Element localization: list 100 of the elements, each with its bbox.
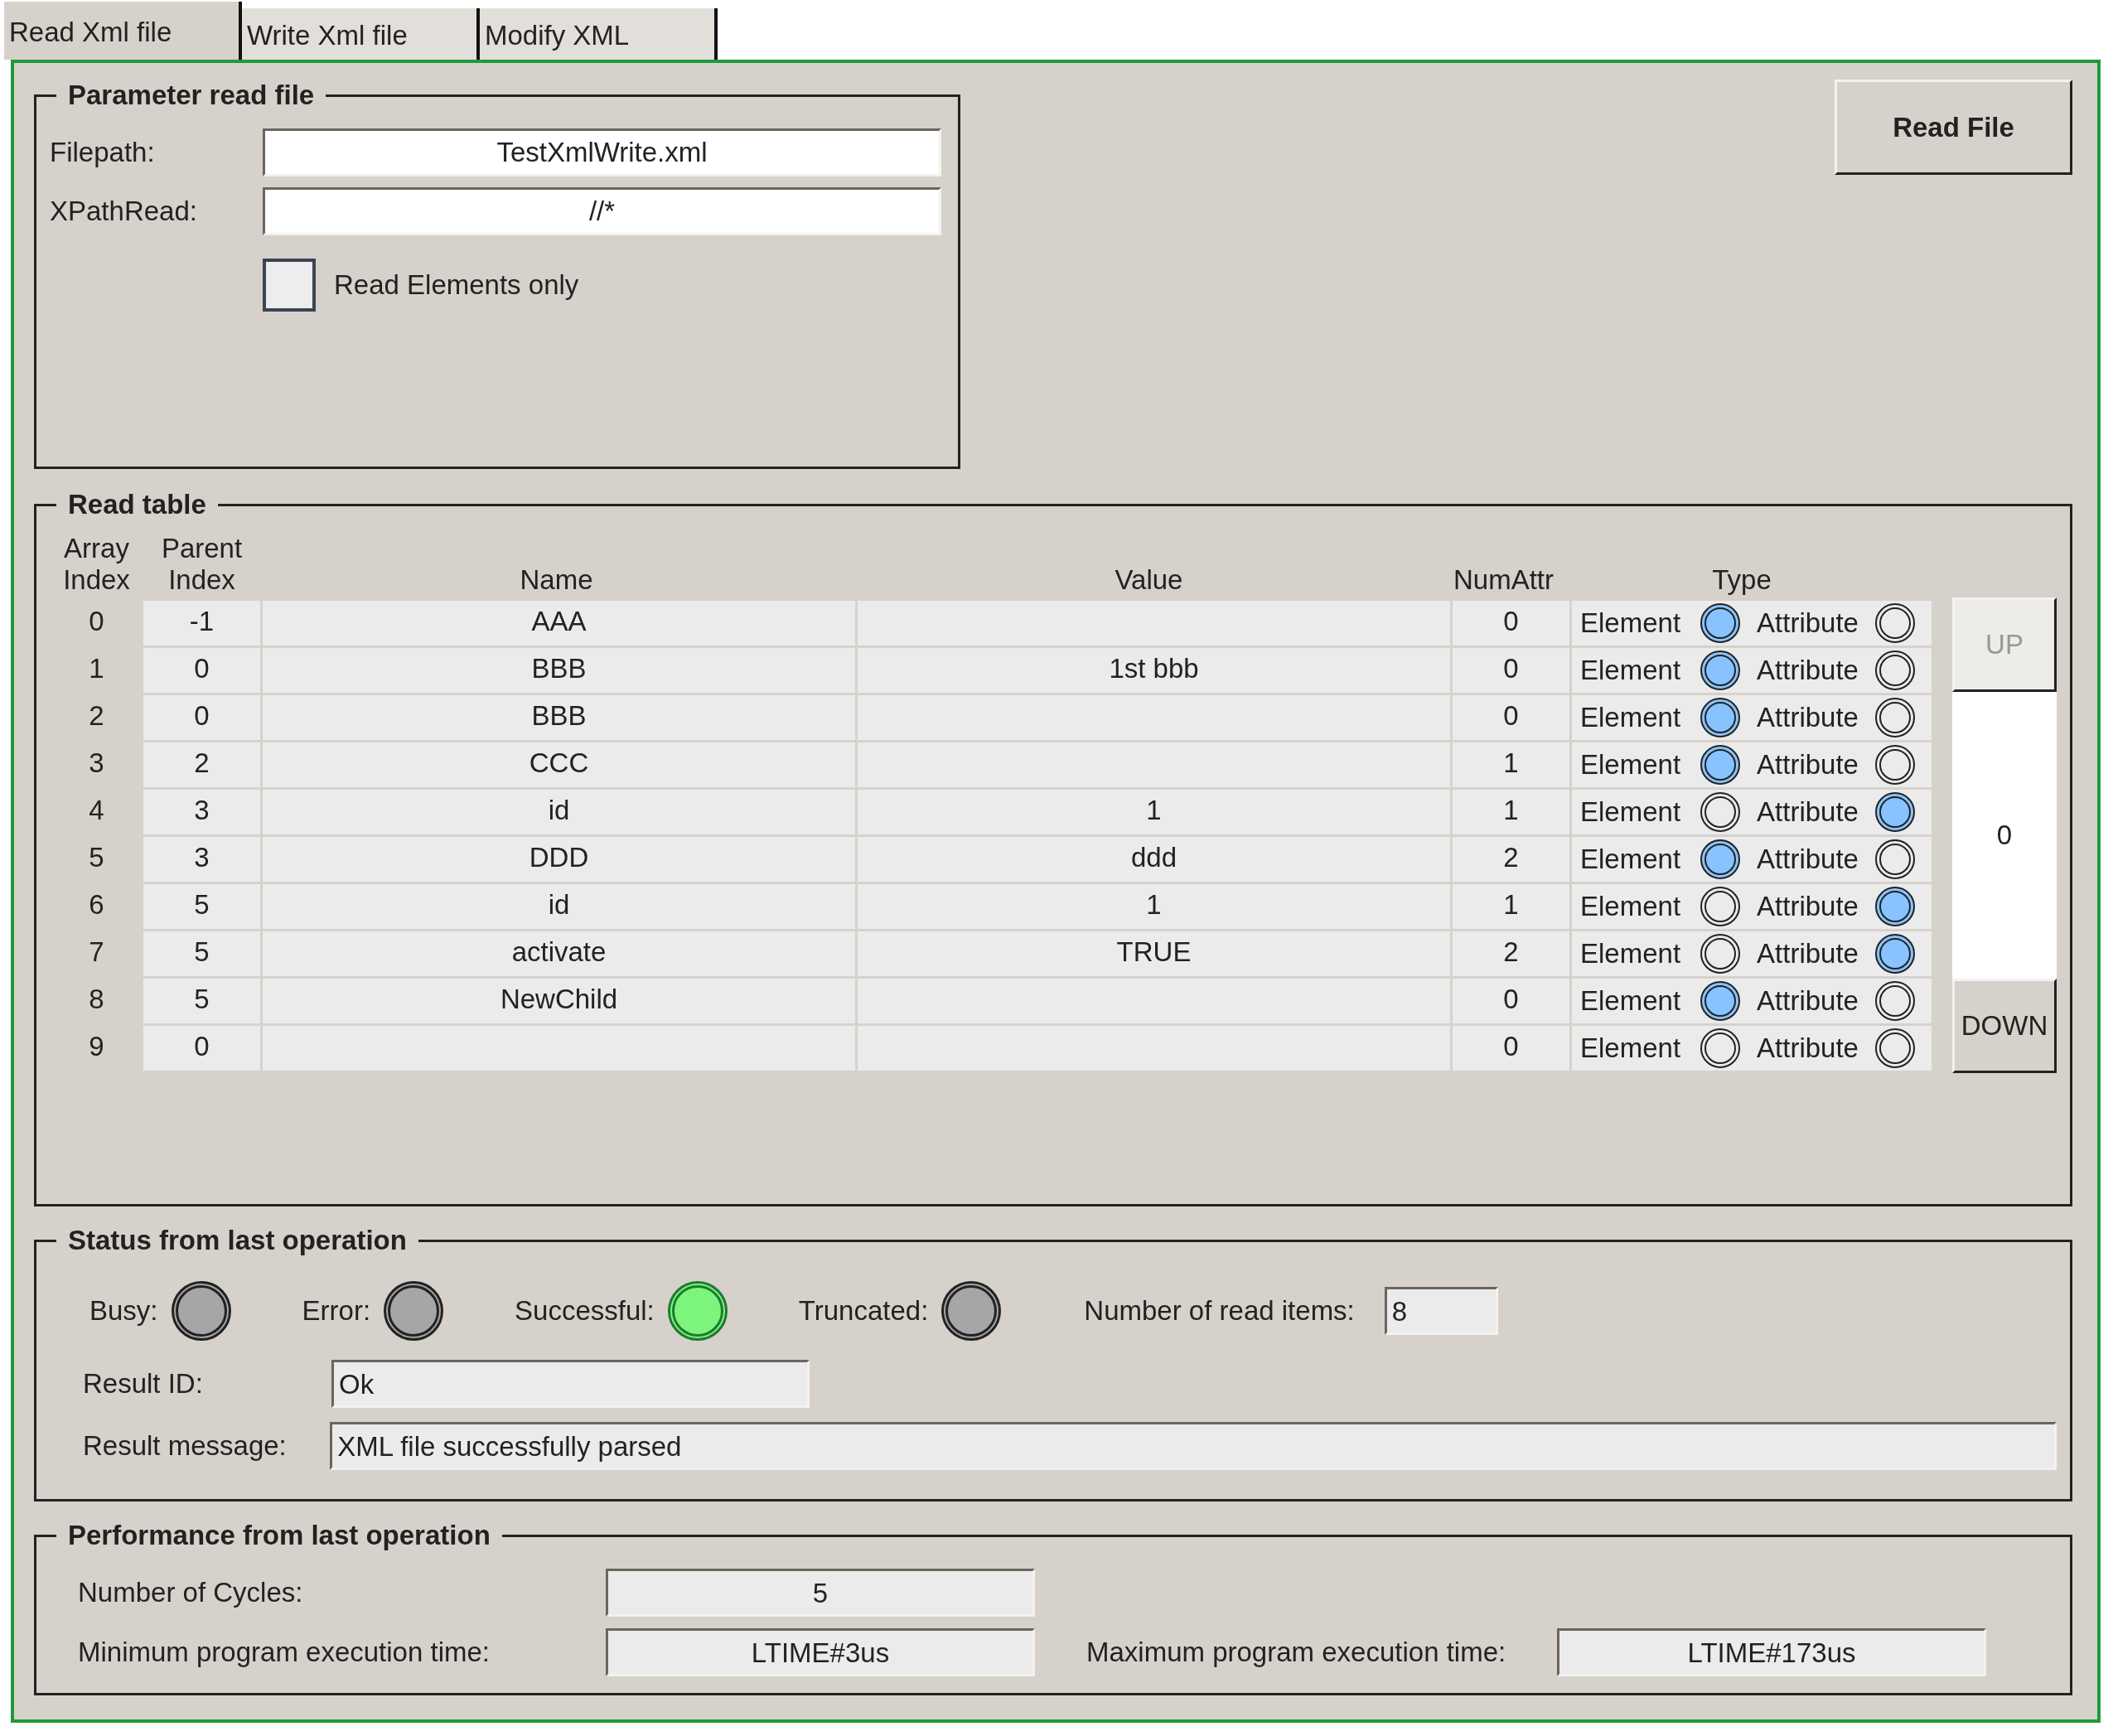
tab[interactable]: Write Xml file — [242, 8, 480, 60]
table-cell: 2 — [1453, 931, 1572, 979]
radio-label: Attribute — [1757, 938, 1859, 970]
tab[interactable]: Read Xml file — [4, 2, 242, 60]
field-label: Number of read items: — [1084, 1295, 1355, 1327]
lamp-label: Truncated: — [798, 1295, 929, 1327]
radio-label: Element — [1580, 702, 1681, 733]
table-cell-text: 5 — [88, 841, 105, 874]
table-cell-text: 7 — [88, 936, 105, 969]
radio-label: Attribute — [1757, 702, 1859, 733]
radio-button[interactable] — [1700, 1028, 1741, 1068]
radio-button[interactable] — [1700, 698, 1741, 737]
radio-label: Element — [1580, 655, 1681, 686]
table-cell-text: 1 — [88, 652, 105, 685]
table-cell: 3 — [143, 837, 263, 884]
radio-button[interactable] — [1700, 981, 1741, 1021]
read-file-button[interactable]: Read File — [1835, 80, 2072, 175]
input-field[interactable]: //* — [263, 186, 941, 235]
scroll-value: 0 — [1952, 692, 2057, 979]
table-cell: 0 — [143, 1026, 263, 1073]
radio-button[interactable] — [1874, 698, 1915, 737]
field-label: Result message: — [83, 1429, 288, 1462]
table-cell: BBB — [263, 648, 858, 695]
input-field[interactable]: TestXmlWrite.xml — [263, 128, 941, 177]
max-time-field: LTIME#173us — [1557, 1628, 1986, 1676]
radio-button[interactable] — [1874, 792, 1915, 832]
table-cell: 0 — [143, 648, 263, 695]
checkbox[interactable] — [263, 259, 316, 312]
table-cell: 1 — [858, 884, 1453, 931]
group-title: Performance from last operation — [67, 1520, 491, 1551]
read-items-field: 8 — [1384, 1287, 1498, 1335]
table-cell: NewChild — [263, 979, 858, 1026]
table-cell: 0 — [1453, 601, 1572, 648]
radio-button[interactable] — [1700, 839, 1741, 879]
radio-button[interactable] — [1874, 1028, 1915, 1068]
field-label: Result ID: — [83, 1367, 204, 1400]
table-cell: DDD — [263, 837, 858, 884]
radio-label: Attribute — [1757, 749, 1859, 781]
lamp-label: Successful: — [515, 1295, 655, 1327]
radio-button[interactable] — [1874, 981, 1915, 1021]
table-cell-text: 2 — [88, 699, 105, 733]
radio-label: Element — [1580, 607, 1681, 639]
radio-button[interactable] — [1874, 603, 1915, 643]
group-title: Parameter read file — [67, 80, 316, 111]
radio-label: Element — [1580, 938, 1681, 970]
table-cell: 5 — [143, 884, 263, 931]
table-cell-text: 3 — [88, 747, 105, 780]
column-header: Type — [1711, 564, 1772, 597]
radio-button[interactable] — [1700, 792, 1741, 832]
tab[interactable]: Modify XML — [480, 8, 718, 60]
cycles-field: 5 — [606, 1569, 1035, 1617]
radio-button[interactable] — [1874, 650, 1915, 690]
field-label: Minimum program execution time: — [78, 1637, 491, 1668]
lamp-label: Busy: — [89, 1295, 158, 1327]
result-id-field: Ok — [331, 1359, 810, 1408]
table-cell: 1 — [1453, 884, 1572, 931]
group-title: Read table — [67, 489, 207, 520]
radio-label: Element — [1580, 985, 1681, 1017]
radio-label: Attribute — [1757, 607, 1859, 639]
column-header: Array Index — [62, 533, 131, 597]
table-cell: activate — [263, 931, 858, 979]
radio-button[interactable] — [1700, 603, 1741, 643]
radio-button[interactable] — [1874, 934, 1915, 974]
table-cell: BBB — [263, 695, 858, 742]
table-cell: 1 — [858, 790, 1453, 837]
radio-label: Attribute — [1757, 985, 1859, 1017]
radio-button[interactable] — [1700, 745, 1741, 785]
table-cell: 2 — [143, 742, 263, 790]
table-cell: -1 — [143, 601, 263, 648]
radio-label: Attribute — [1757, 891, 1859, 922]
table-cell: 0 — [1453, 648, 1572, 695]
table-cell: CCC — [263, 742, 858, 790]
table-cell-text: 9 — [88, 1030, 105, 1063]
table-cell: id — [263, 790, 858, 837]
radio-label: Attribute — [1757, 796, 1859, 828]
radio-button[interactable] — [1874, 745, 1915, 785]
radio-button[interactable] — [1700, 650, 1741, 690]
radio-label: Attribute — [1757, 1032, 1859, 1064]
min-time-field: LTIME#3us — [606, 1628, 1035, 1676]
radio-label: Element — [1580, 796, 1681, 828]
lamp-label: Error: — [302, 1295, 371, 1327]
radio-button[interactable] — [1874, 887, 1915, 926]
table-cell-text: 8 — [88, 983, 105, 1016]
column-header: Name — [519, 564, 594, 597]
column-header: NumAttr — [1453, 564, 1555, 597]
table-cell: 0 — [143, 695, 263, 742]
field-label: Filepath: — [50, 136, 156, 168]
table-cell: ddd — [858, 837, 1453, 884]
radio-button[interactable] — [1700, 887, 1741, 926]
radio-button[interactable] — [1700, 934, 1741, 974]
table-cell: 3 — [143, 790, 263, 837]
field-label: XPathRead: — [50, 195, 198, 227]
radio-label: Attribute — [1757, 655, 1859, 686]
table-cell: 5 — [143, 979, 263, 1026]
radio-button[interactable] — [1874, 839, 1915, 879]
field-label: Maximum program execution time: — [1086, 1637, 1507, 1668]
table-cell: 5 — [143, 931, 263, 979]
down-button[interactable]: DOWN — [1952, 979, 2057, 1073]
table-cell-text: 6 — [88, 888, 105, 921]
field-label: Number of Cycles: — [78, 1577, 304, 1608]
